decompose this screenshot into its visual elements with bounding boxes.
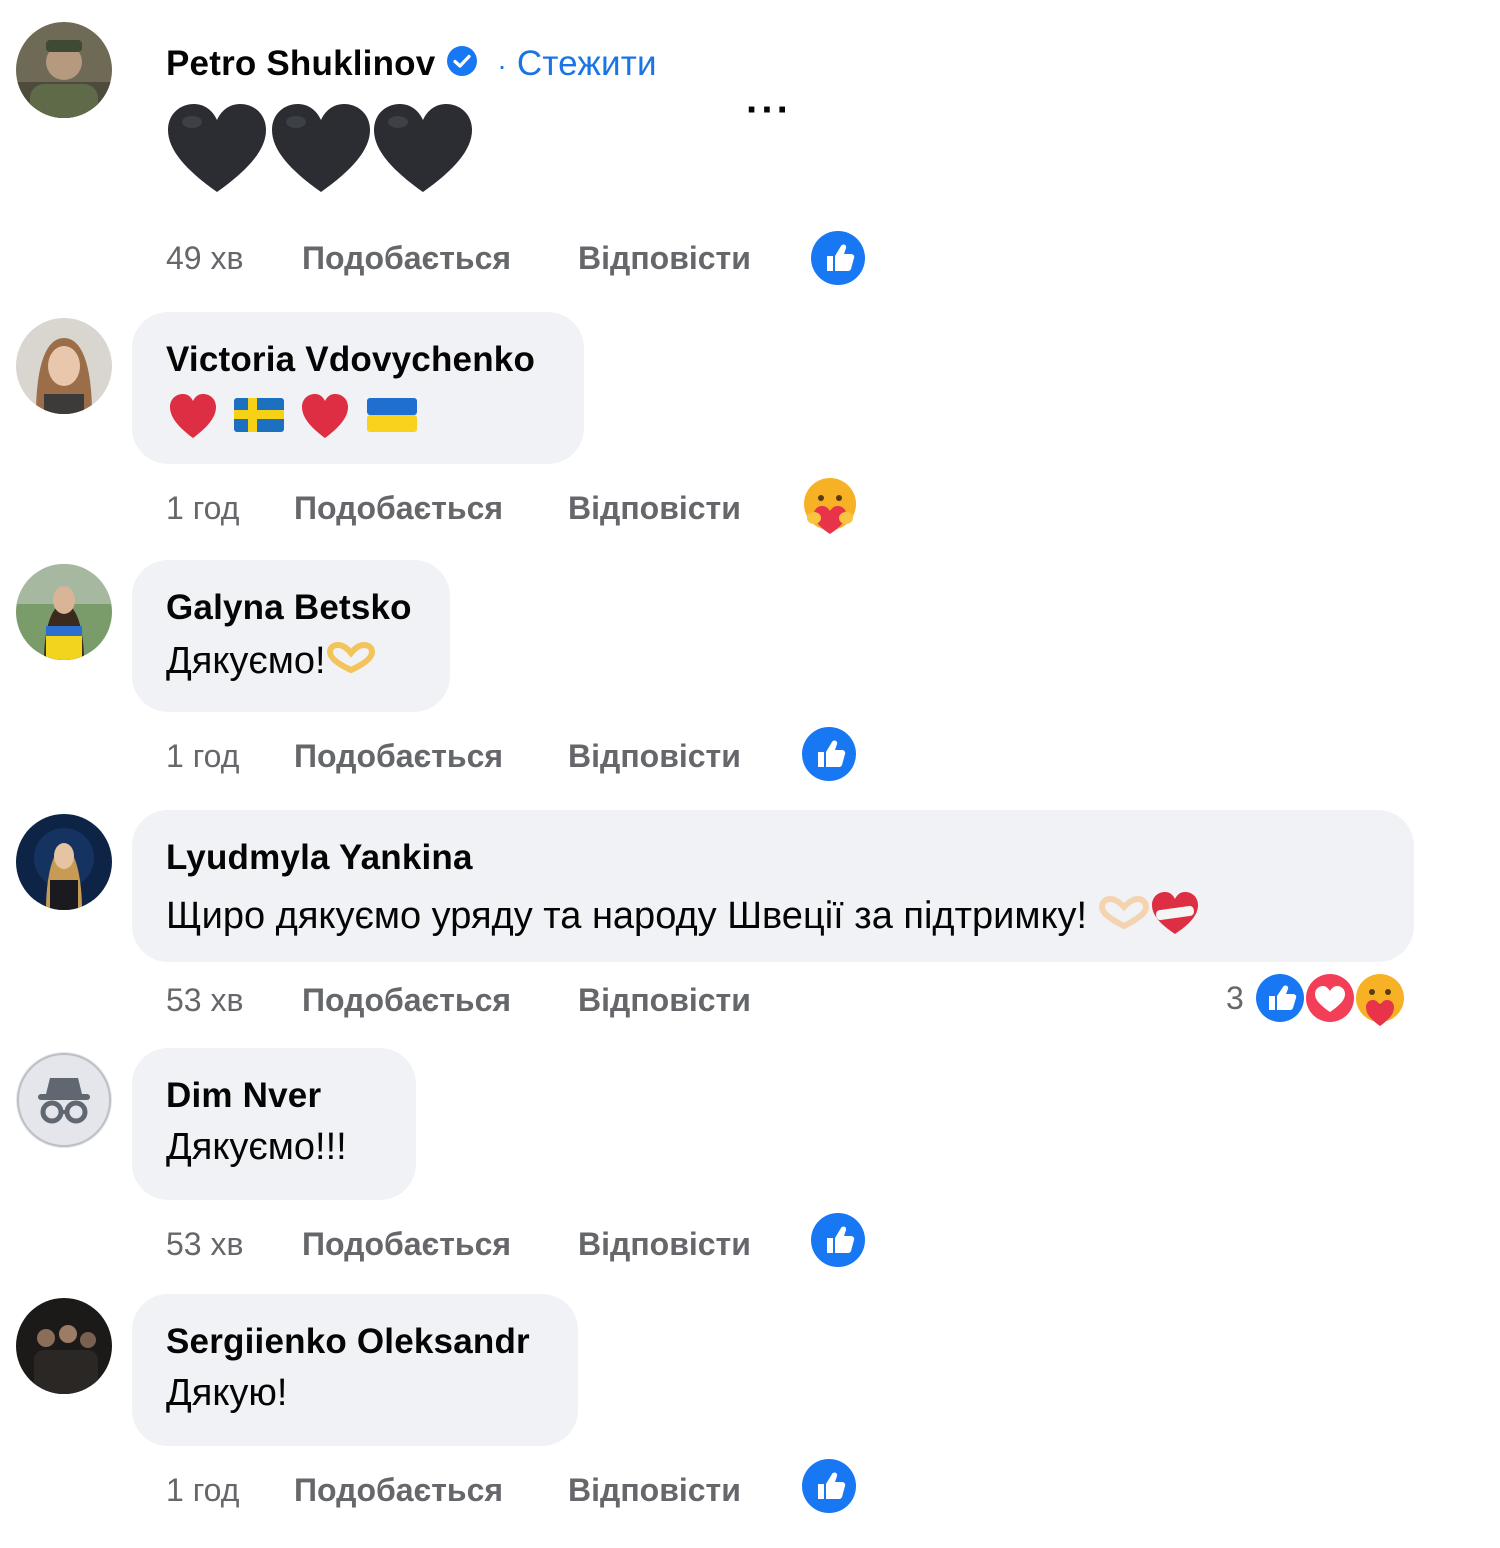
follow-link[interactable]: Стежити	[517, 44, 657, 83]
comment-time[interactable]: 49 хв	[166, 240, 243, 277]
follow-separator: ·	[497, 50, 507, 81]
comment-emoji-row	[166, 100, 476, 203]
avatar-lyudmyla-yankina[interactable]	[16, 814, 112, 910]
author-name[interactable]: Sergiienko Oleksandr	[166, 1322, 530, 1362]
avatar-image	[16, 22, 112, 118]
heart-hands-icon	[326, 641, 376, 684]
comment-emoji-row	[170, 392, 430, 447]
reply-button[interactable]: Відповісти	[568, 1472, 741, 1509]
heart-with-bandage-icon	[1150, 890, 1200, 946]
comment-text: Дякую!	[166, 1372, 288, 1414]
comment-text: Дякуємо!!!	[166, 1126, 347, 1168]
reaction-summary[interactable]	[1252, 970, 1412, 1028]
like-reaction-icon	[1254, 972, 1306, 1024]
reaction-count[interactable]: 3	[1226, 980, 1244, 1017]
verified-badge-icon	[445, 44, 479, 87]
comment-text-body: Дякуємо!	[166, 640, 326, 682]
avatar-image	[16, 814, 112, 910]
care-reaction-icon[interactable]	[800, 476, 860, 536]
red-heart-icon	[302, 394, 348, 438]
reply-button[interactable]: Відповісти	[568, 490, 741, 527]
author-name[interactable]: Petro Shuklinov	[166, 44, 435, 83]
avatar-image	[16, 318, 112, 414]
avatar-sergiienko-oleksandr[interactable]	[16, 1298, 112, 1394]
like-button[interactable]: Подобається	[294, 1472, 503, 1509]
comment-bubble	[132, 560, 450, 712]
comment-text: Щиро дякуємо уряду та народу Швеції за п…	[166, 890, 1200, 946]
comment-time[interactable]: 1 год	[166, 1472, 239, 1509]
reply-button[interactable]: Відповісти	[578, 982, 751, 1019]
like-reaction-icon[interactable]	[801, 1458, 857, 1514]
comment-time[interactable]: 53 хв	[166, 982, 243, 1019]
heart-hands-icon	[1098, 895, 1150, 940]
reply-button[interactable]: Відповісти	[578, 1226, 751, 1263]
black-heart-emojis	[168, 104, 472, 192]
care-reaction-icon	[1356, 974, 1404, 1026]
love-reaction-icon	[1304, 972, 1356, 1024]
like-button[interactable]: Подобається	[294, 738, 503, 775]
avatar-image	[16, 1052, 112, 1148]
ukraine-flag-icon	[367, 398, 417, 432]
like-button[interactable]: Подобається	[302, 240, 511, 277]
like-reaction-icon[interactable]	[810, 230, 866, 286]
incognito-icon	[46, 1078, 82, 1094]
avatar-victoria-vdovychenko[interactable]	[16, 318, 112, 414]
like-reaction-icon[interactable]	[801, 726, 857, 782]
author-name[interactable]: Dim Nver	[166, 1076, 321, 1116]
avatar-galyna-betsko[interactable]	[16, 564, 112, 660]
avatar-image	[16, 564, 112, 660]
sweden-flag-icon	[234, 398, 284, 432]
avatar-petro-shuklinov[interactable]	[16, 22, 112, 118]
comment-time[interactable]: 53 хв	[166, 1226, 243, 1263]
like-reaction-icon[interactable]	[810, 1212, 866, 1268]
author-name[interactable]: Galyna Betsko	[166, 588, 412, 628]
like-button[interactable]: Подобається	[302, 982, 511, 1019]
comment-author[interactable]: Petro Shuklinov · Стежити	[166, 44, 657, 87]
like-button[interactable]: Подобається	[302, 1226, 511, 1263]
reply-button[interactable]: Відповісти	[578, 240, 751, 277]
reply-button[interactable]: Відповісти	[568, 738, 741, 775]
comment-time[interactable]: 1 год	[166, 738, 239, 775]
more-options-button[interactable]: ···	[746, 88, 792, 133]
avatar-image	[16, 1298, 112, 1394]
author-name[interactable]: Victoria Vdovychenko	[166, 340, 535, 380]
red-heart-icon	[170, 394, 216, 438]
comment-bubble	[132, 1294, 578, 1446]
comment-time[interactable]: 1 год	[166, 490, 239, 527]
author-name[interactable]: Lyudmyla Yankina	[166, 838, 473, 878]
like-button[interactable]: Подобається	[294, 490, 503, 527]
comment-text: Дякуємо!	[166, 640, 376, 684]
comment-bubble	[132, 1048, 416, 1200]
comment-text-body: Щиро дякуємо уряду та народу Швеції за п…	[166, 895, 1088, 938]
avatar-dim-nver[interactable]	[16, 1052, 112, 1148]
